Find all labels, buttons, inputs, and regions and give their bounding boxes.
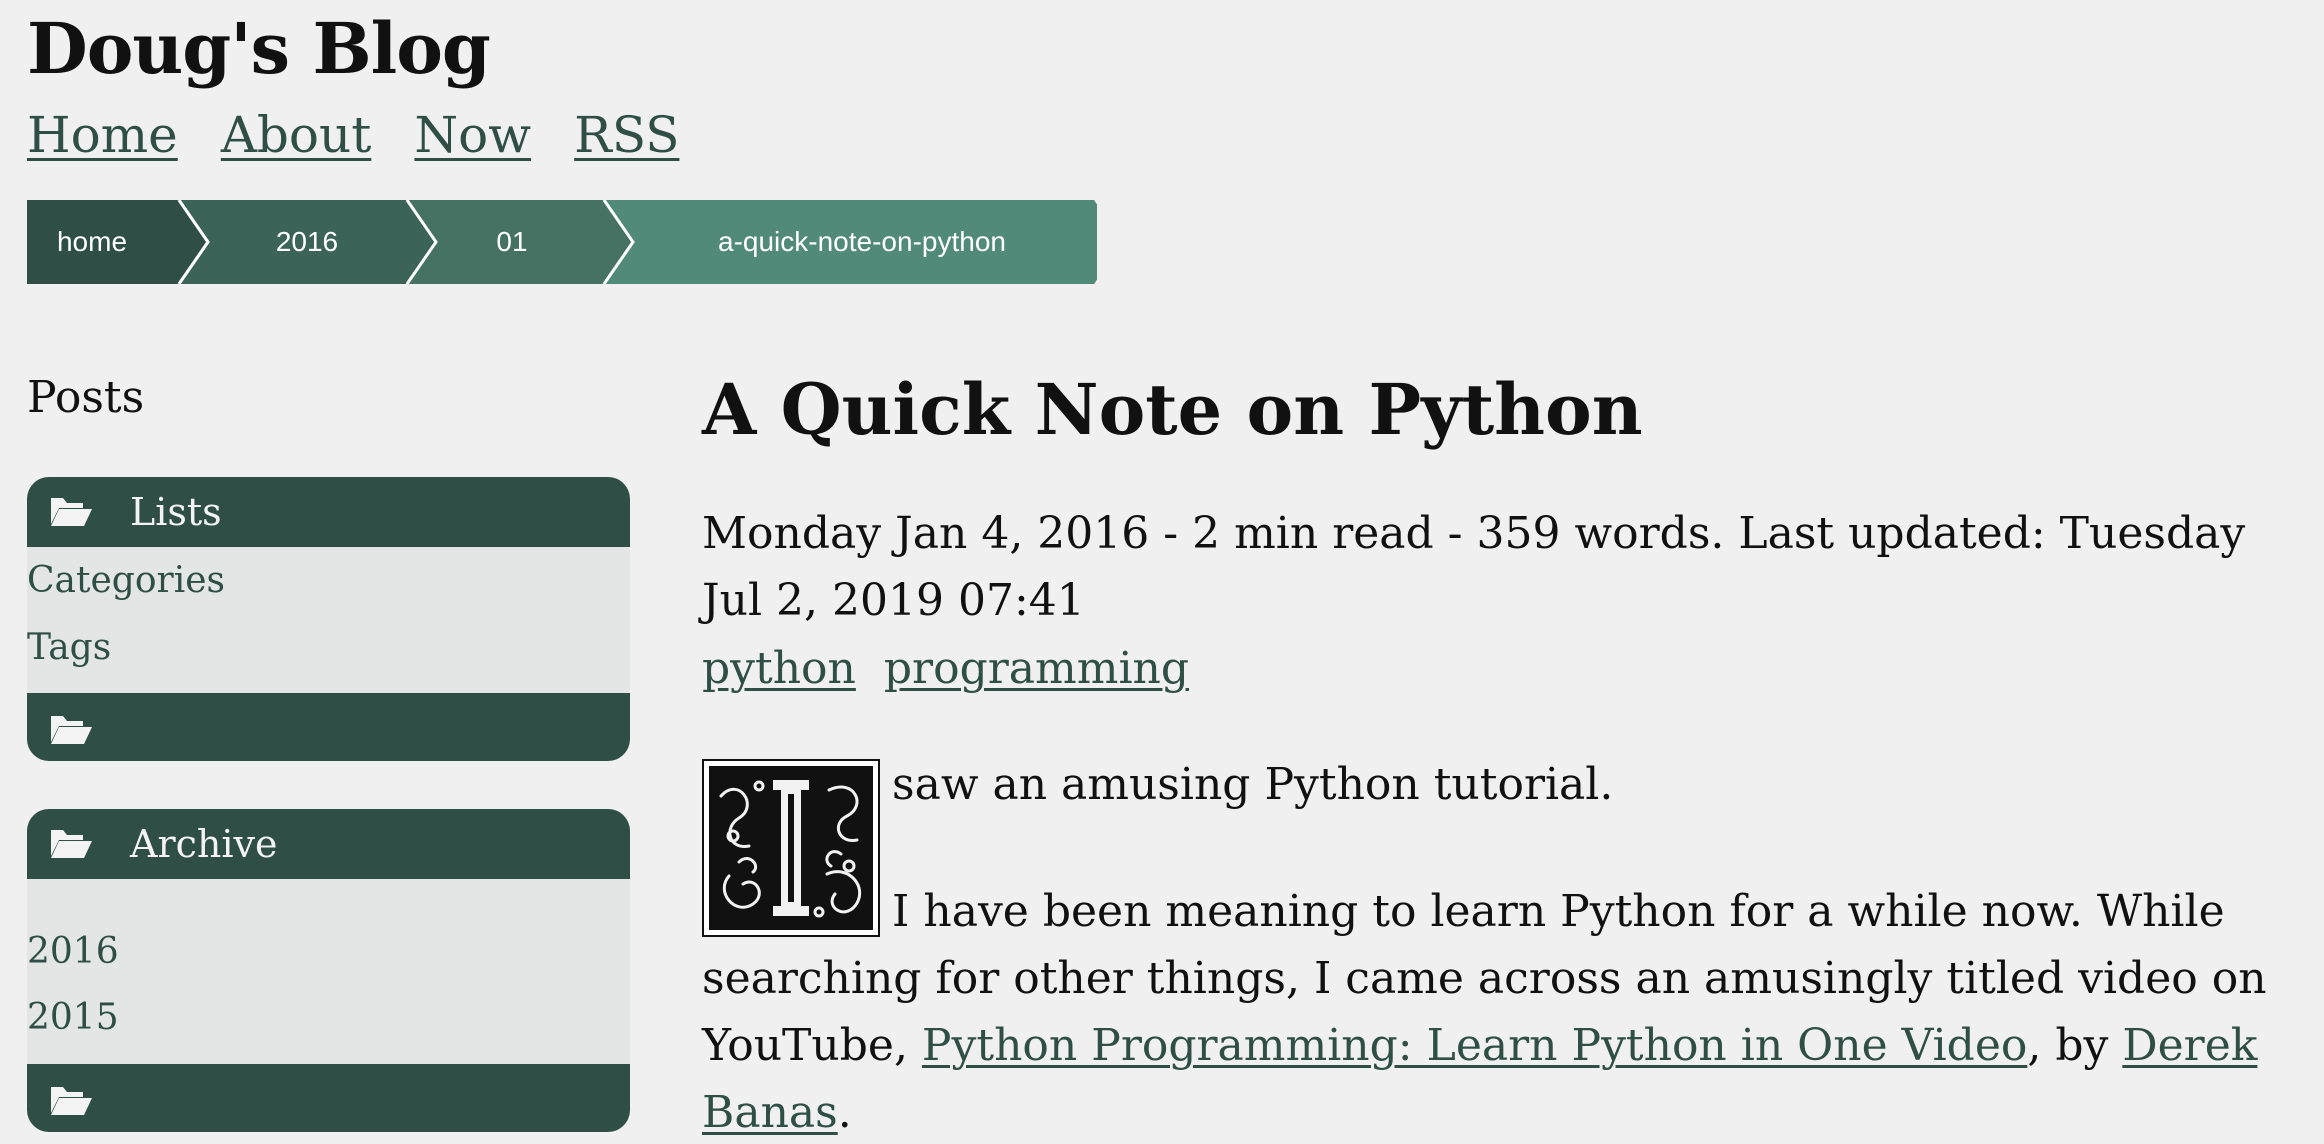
article-paragraph: I have been meaning to learn Python for … (702, 878, 2282, 1144)
folder-open-icon (51, 716, 92, 744)
nav-about-link[interactable]: About (221, 102, 372, 168)
paragraph-text-end: . (837, 1087, 852, 1138)
folder-open-icon (51, 498, 92, 526)
nav-rss-link[interactable]: RSS (574, 102, 679, 168)
lists-panel-header[interactable]: Lists (27, 477, 630, 547)
posts-heading: Posts (27, 372, 145, 423)
sidebar-link-categories[interactable]: Categories (27, 556, 225, 606)
breadcrumb-year[interactable]: 2016 (217, 200, 397, 284)
breadcrumb-month[interactable]: 01 (437, 200, 587, 284)
article-meta: Monday Jan 4, 2016 - 2 min read - 359 wo… (702, 508, 2246, 626)
site-title: Doug's Blog (27, 7, 491, 90)
sidebar-link-2015[interactable]: 2015 (27, 993, 119, 1043)
first-line-text: saw an amusing Python tutorial. (892, 759, 1614, 810)
archive-panel-footer[interactable] (27, 1064, 630, 1132)
breadcrumb-home[interactable]: home (27, 200, 157, 284)
paragraph-text-by: , by (2027, 1020, 2123, 1071)
nav-home-link[interactable]: Home (27, 102, 178, 168)
article-title: A Quick Note on Python (702, 368, 1643, 451)
archive-panel-title: Archive (130, 822, 278, 866)
lists-panel: Lists Categories Tags (27, 477, 630, 761)
breadcrumb-current: a-quick-note-on-python (718, 226, 1006, 257)
archive-panel: Archive 2016 2015 (27, 809, 630, 1132)
top-nav: Home About Now RSS (27, 102, 717, 172)
breadcrumb: home 2016 01 a-quick-note-on-python (27, 200, 1097, 284)
sidebar-link-2016[interactable]: 2016 (27, 927, 119, 977)
folder-open-icon (51, 830, 92, 858)
tag-link-programming[interactable]: programming (884, 643, 1189, 694)
tag-link-python[interactable]: python (702, 643, 856, 694)
sidebar-link-tags[interactable]: Tags (27, 623, 111, 673)
lists-panel-title: Lists (130, 490, 222, 534)
lists-panel-footer[interactable] (27, 693, 630, 761)
nav-now-link[interactable]: Now (414, 102, 531, 168)
video-link[interactable]: Python Programming: Learn Python in One … (922, 1020, 2027, 1071)
archive-panel-header[interactable]: Archive (27, 809, 630, 879)
folder-open-icon (51, 1087, 92, 1115)
article-tags: python programming (702, 636, 1203, 702)
